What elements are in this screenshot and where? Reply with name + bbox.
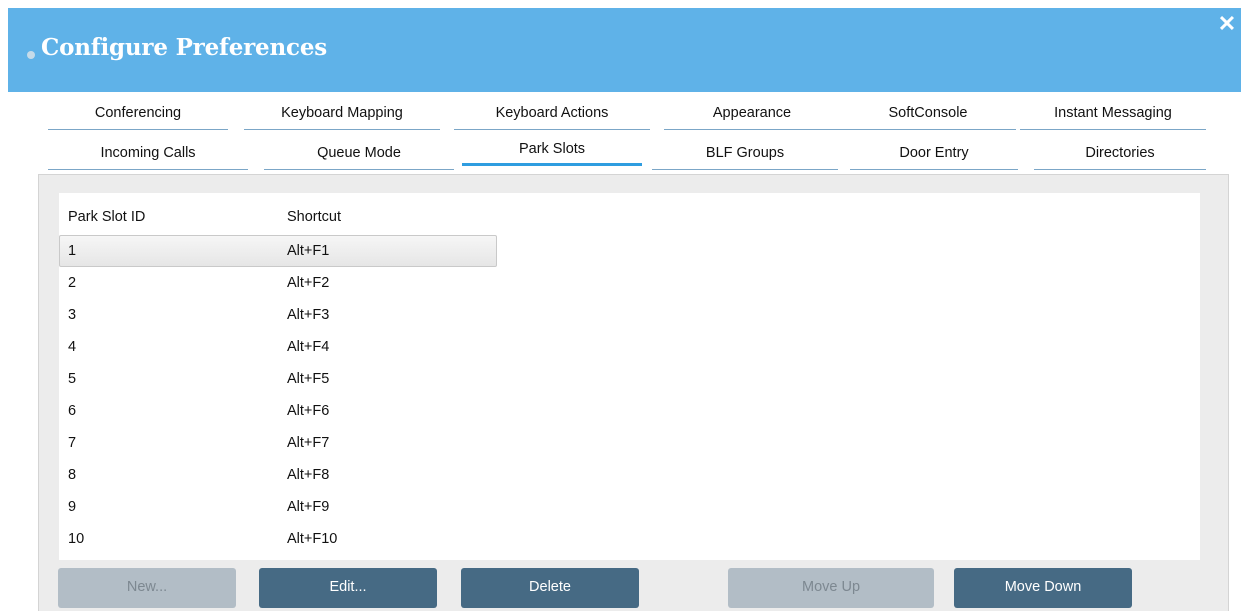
park-slot-id-cell: 8: [68, 467, 77, 483]
park-slots-table: Park Slot ID Shortcut 1 Alt+F1 2 Alt+F2 …: [59, 193, 1200, 560]
park-slots-panel: Park Slot ID Shortcut 1 Alt+F1 2 Alt+F2 …: [38, 174, 1229, 611]
shortcut-cell: Alt+F4: [287, 339, 330, 355]
shortcut-cell: Alt+F10: [287, 531, 338, 547]
park-slot-id-cell: 4: [68, 339, 77, 355]
tab-incoming-calls[interactable]: Incoming Calls: [48, 136, 248, 170]
tab-blf-groups[interactable]: BLF Groups: [652, 136, 838, 170]
tab-label: Directories: [1085, 145, 1155, 161]
column-header-park-slot-id: Park Slot ID: [68, 209, 146, 225]
tab-keyboard-actions[interactable]: Keyboard Actions: [454, 96, 650, 130]
tab-label: Conferencing: [94, 105, 182, 121]
title-bullet-icon: [27, 51, 35, 59]
column-header-shortcut: Shortcut: [287, 209, 341, 225]
table-row[interactable]: 6 Alt+F6: [59, 395, 1200, 427]
shortcut-cell: Alt+F7: [287, 435, 330, 451]
window-title: Configure Preferences: [41, 34, 327, 61]
park-slot-id-cell: 7: [68, 435, 77, 451]
table-row[interactable]: 8 Alt+F8: [59, 459, 1200, 491]
table-row[interactable]: 9 Alt+F9: [59, 491, 1200, 523]
tab-label: Queue Mode: [317, 145, 401, 161]
shortcut-cell: Alt+F8: [287, 467, 330, 483]
table-row[interactable]: 1 Alt+F1: [59, 235, 1200, 267]
tab-label: Door Entry: [899, 145, 969, 161]
tab-conferencing[interactable]: Conferencing: [48, 96, 228, 130]
tab-keyboard-mapping[interactable]: Keyboard Mapping: [244, 96, 440, 130]
park-slot-id-cell: 6: [68, 403, 77, 419]
park-slot-id-cell: 1: [68, 243, 77, 259]
park-slot-id-cell: 3: [68, 307, 77, 323]
move-up-button[interactable]: Move Up: [728, 568, 934, 608]
shortcut-cell: Alt+F6: [287, 403, 330, 419]
tab-softconsole[interactable]: SoftConsole: [840, 96, 1016, 130]
table-row[interactable]: 3 Alt+F3: [59, 299, 1200, 331]
tab-label: Incoming Calls: [100, 145, 196, 161]
table-row[interactable]: 7 Alt+F7: [59, 427, 1200, 459]
table-row[interactable]: 4 Alt+F4: [59, 331, 1200, 363]
close-icon[interactable]: ✕: [1215, 12, 1239, 36]
shortcut-cell: Alt+F3: [287, 307, 330, 323]
tab-label: Keyboard Actions: [495, 105, 609, 121]
tab-park-slots[interactable]: Park Slots: [462, 132, 642, 166]
tab-directories[interactable]: Directories: [1034, 136, 1206, 170]
tab-label: Instant Messaging: [1054, 105, 1172, 121]
park-slot-id-cell: 10: [68, 531, 85, 547]
dialog-content: Conferencing Keyboard Mapping Keyboard A…: [8, 92, 1241, 611]
tab-appearance[interactable]: Appearance: [664, 96, 840, 130]
shortcut-cell: Alt+F9: [287, 499, 330, 515]
table-row[interactable]: 5 Alt+F5: [59, 363, 1200, 395]
shortcut-cell: Alt+F5: [287, 371, 330, 387]
shortcut-cell: Alt+F2: [287, 275, 330, 291]
tab-label: Keyboard Mapping: [281, 105, 403, 121]
tab-label: Appearance: [712, 105, 792, 121]
tab-label: Park Slots: [518, 141, 586, 157]
park-slot-id-cell: 2: [68, 275, 77, 291]
tab-queue-mode[interactable]: Queue Mode: [264, 136, 454, 170]
shortcut-cell: Alt+F1: [287, 243, 330, 259]
move-down-button[interactable]: Move Down: [954, 568, 1132, 608]
new-button[interactable]: New...: [58, 568, 236, 608]
park-slot-id-cell: 5: [68, 371, 77, 387]
table-row[interactable]: 10 Alt+F10: [59, 523, 1200, 555]
tab-instant-messaging[interactable]: Instant Messaging: [1020, 96, 1206, 130]
tab-door-entry[interactable]: Door Entry: [850, 136, 1018, 170]
tab-label: SoftConsole: [888, 105, 968, 121]
table-row[interactable]: 2 Alt+F2: [59, 267, 1200, 299]
title-bar: Configure Preferences: [8, 8, 1241, 92]
row-selection-highlight: [59, 235, 497, 267]
edit-button[interactable]: Edit...: [259, 568, 437, 608]
park-slot-id-cell: 9: [68, 499, 77, 515]
delete-button[interactable]: Delete: [461, 568, 639, 608]
tab-label: BLF Groups: [705, 145, 785, 161]
